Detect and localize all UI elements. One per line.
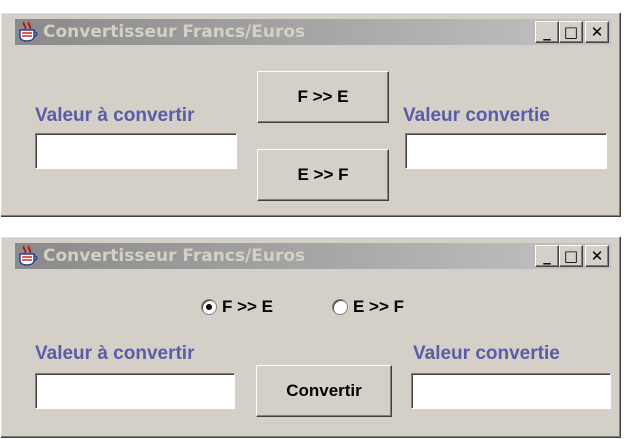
output-field[interactable]	[411, 373, 611, 409]
output-value[interactable]	[412, 374, 610, 408]
title-bar[interactable]: Convertisseur Francs/Euros _ □ ✕	[15, 243, 611, 269]
converter-window-radio: Convertisseur Francs/Euros _ □ ✕ F >> E …	[0, 236, 622, 439]
output-value[interactable]	[406, 134, 606, 168]
window-title: Convertisseur Francs/Euros	[43, 22, 306, 42]
maximize-button[interactable]: □	[559, 245, 583, 267]
input-label: Valeur à convertir	[35, 343, 195, 364]
output-label: Valeur convertie	[403, 105, 550, 126]
radio-selected-icon[interactable]	[201, 299, 217, 315]
maximize-button[interactable]: □	[559, 21, 583, 43]
minimize-button[interactable]: _	[535, 21, 559, 43]
output-field[interactable]	[405, 133, 607, 169]
convert-button[interactable]: Convertir	[256, 365, 392, 417]
radio-e-to-f[interactable]: E >> F	[332, 297, 404, 317]
input-value[interactable]	[36, 134, 236, 168]
close-button[interactable]: ✕	[585, 21, 609, 43]
radio-label: F >> E	[222, 297, 274, 316]
java-coffee-cup-icon	[17, 21, 39, 43]
input-label: Valeur à convertir	[35, 105, 195, 126]
minimize-button[interactable]: _	[535, 245, 559, 267]
input-field[interactable]	[35, 133, 237, 169]
radio-unselected-icon[interactable]	[332, 299, 348, 315]
java-coffee-cup-icon	[17, 245, 39, 267]
title-bar[interactable]: Convertisseur Francs/Euros _ □ ✕	[15, 19, 611, 45]
converter-window-buttons: Convertisseur Francs/Euros _ □ ✕ Valeur …	[0, 12, 622, 218]
input-field[interactable]	[35, 373, 235, 409]
output-label: Valeur convertie	[413, 343, 560, 364]
input-value[interactable]	[36, 374, 234, 408]
radio-label: E >> F	[353, 297, 405, 316]
window-title: Convertisseur Francs/Euros	[43, 246, 306, 266]
radio-f-to-e[interactable]: F >> E	[201, 297, 273, 317]
f-to-e-button[interactable]: F >> E	[257, 71, 389, 123]
e-to-f-button[interactable]: E >> F	[257, 149, 389, 201]
close-button[interactable]: ✕	[585, 245, 609, 267]
